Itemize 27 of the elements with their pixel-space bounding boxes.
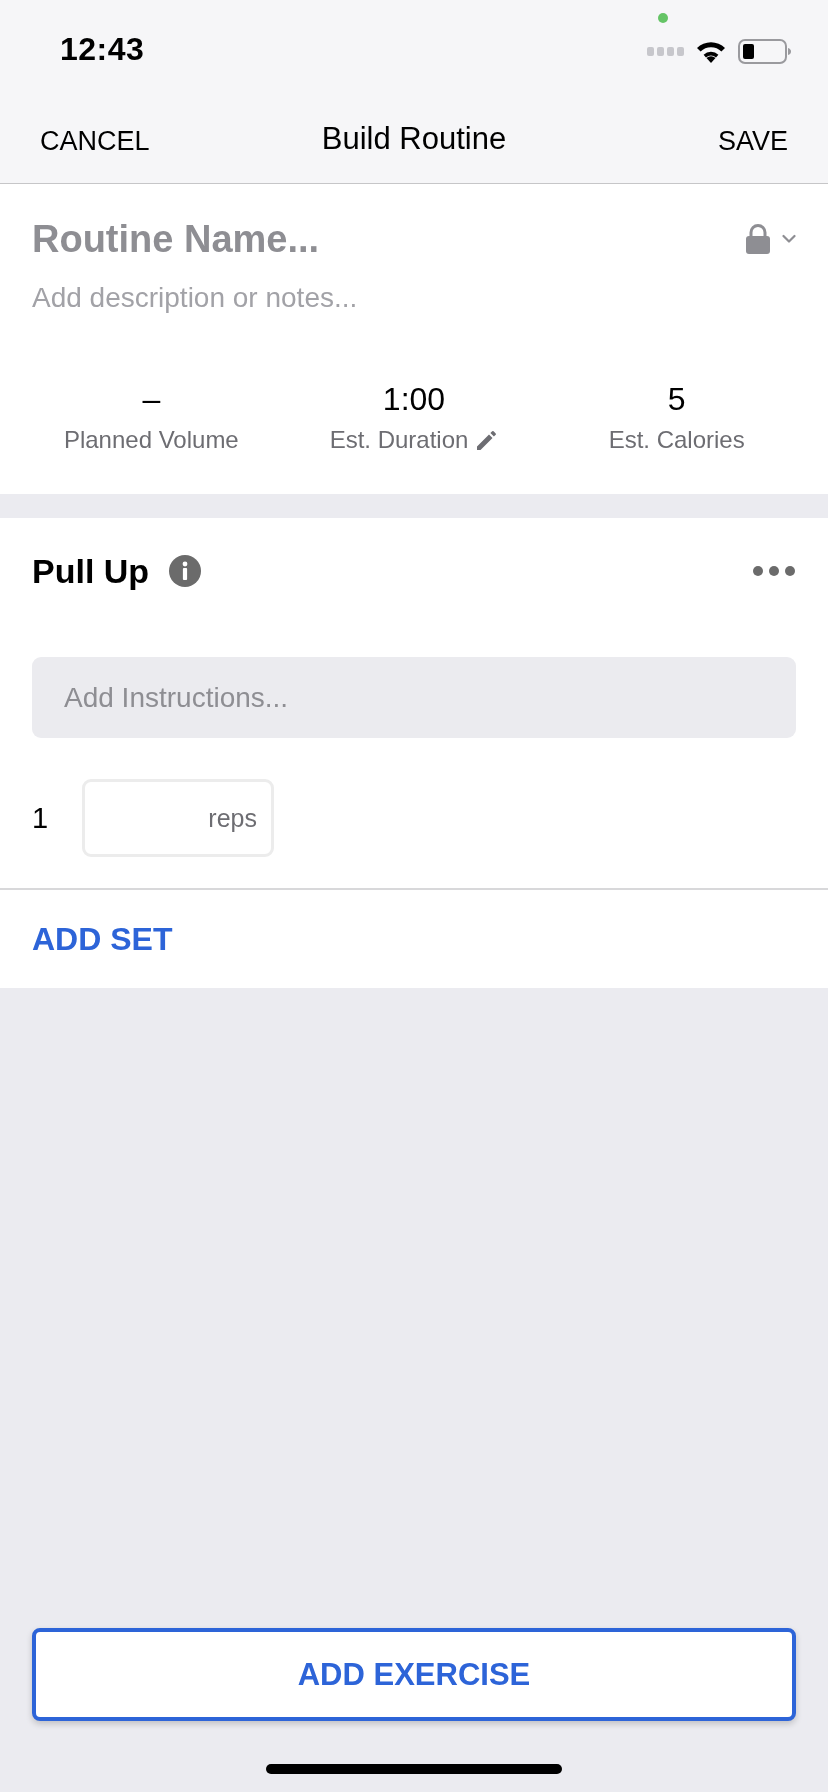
privacy-dot-icon <box>658 13 668 23</box>
stat-value: 1:00 <box>382 381 446 417</box>
status-time: 12:43 <box>60 31 145 68</box>
wifi-icon <box>696 40 726 63</box>
chevron-down-icon[interactable] <box>782 234 796 244</box>
signal-icon <box>647 47 684 56</box>
more-options-icon[interactable] <box>752 565 796 577</box>
routine-name-field[interactable]: Routine Name... <box>32 213 738 265</box>
info-icon[interactable] <box>169 555 202 587</box>
description-field[interactable]: Add description or notes... <box>32 279 796 317</box>
battery-icon <box>738 39 791 64</box>
screen-title: Build Routine <box>321 121 507 157</box>
stat-value: 5 <box>667 381 686 417</box>
lock-icon[interactable] <box>746 224 770 254</box>
stat-value: – <box>142 381 161 417</box>
instructions-field[interactable]: Add Instructions... <box>32 657 796 738</box>
exercise-name: Pull Up <box>32 551 150 591</box>
save-button[interactable]: SAVE <box>717 125 788 157</box>
pencil-icon[interactable] <box>476 429 499 451</box>
add-set-button[interactable]: ADD SET <box>32 920 173 958</box>
stat-label: Est. Duration <box>329 425 469 455</box>
add-exercise-button[interactable]: ADD EXERCISE <box>32 1628 796 1721</box>
cancel-button[interactable]: CANCEL <box>40 125 150 157</box>
set-number: 1 <box>32 801 50 835</box>
reps-field[interactable]: reps <box>82 779 274 857</box>
stat-label: Est. Calories <box>608 425 745 455</box>
stat-label: Planned Volume <box>63 425 239 455</box>
